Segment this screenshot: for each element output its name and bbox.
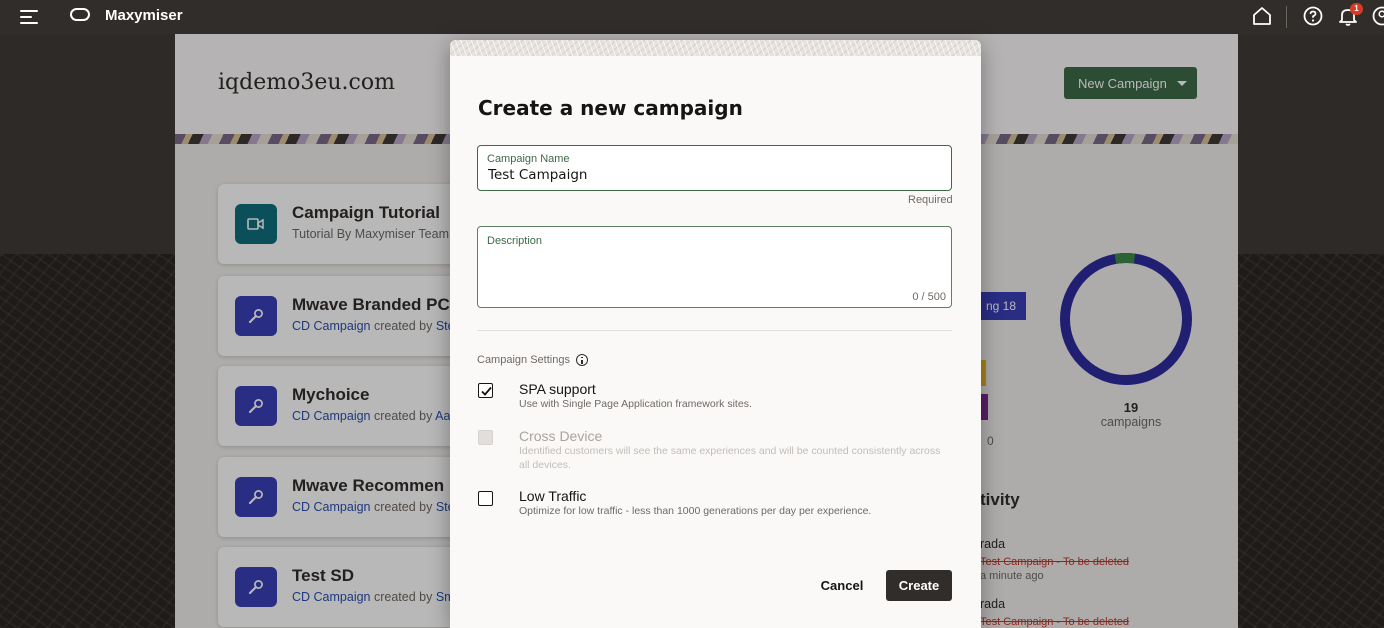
- section-divider: [477, 330, 952, 331]
- toolbar-divider: [1286, 6, 1287, 28]
- description-label: Description: [487, 235, 543, 247]
- notification-badge: 1: [1350, 3, 1363, 15]
- campaign-name-input[interactable]: Test Campaign: [488, 167, 587, 183]
- campaign-name-label: Campaign Name: [487, 153, 570, 165]
- spa-support-title: SPA support: [519, 381, 596, 397]
- spa-support-desc: Use with Single Page Application framewo…: [519, 398, 752, 410]
- app-name: Maxymiser: [105, 7, 183, 24]
- checkmark-icon: [481, 386, 492, 396]
- home-icon[interactable]: [1251, 5, 1273, 27]
- campaign-settings-label: Campaign Settings: [477, 354, 570, 366]
- user-avatar-icon[interactable]: [1371, 5, 1384, 27]
- help-icon[interactable]: [1302, 5, 1324, 27]
- dialog-header-stripe: [450, 40, 981, 56]
- spa-support-checkbox[interactable]: [478, 383, 493, 398]
- cancel-button[interactable]: Cancel: [812, 570, 872, 600]
- description-field[interactable]: Description 0 / 500: [477, 226, 952, 308]
- top-bar: Maxymiser 1: [0, 0, 1384, 34]
- create-button[interactable]: Create: [886, 570, 952, 601]
- dialog-title: Create a new campaign: [478, 96, 743, 120]
- cross-device-title: Cross Device: [519, 428, 603, 444]
- cross-device-checkbox: [478, 430, 493, 445]
- oracle-logo-icon: [70, 8, 90, 21]
- cross-device-desc: Identified customers will see the same e…: [519, 445, 941, 471]
- menu-icon[interactable]: [20, 9, 40, 25]
- low-traffic-desc: Optimize for low traffic - less than 100…: [519, 505, 872, 517]
- low-traffic-title: Low Traffic: [519, 488, 587, 504]
- info-icon[interactable]: [575, 354, 588, 366]
- low-traffic-checkbox[interactable]: [478, 491, 493, 506]
- create-campaign-dialog: Create a new campaign Campaign Name Test…: [450, 40, 981, 628]
- required-hint: Required: [908, 194, 953, 206]
- description-counter: 0 / 500: [912, 291, 946, 303]
- campaign-name-field[interactable]: Campaign Name Test Campaign: [477, 145, 952, 191]
- campaign-settings-heading: Campaign Settings: [477, 354, 588, 366]
